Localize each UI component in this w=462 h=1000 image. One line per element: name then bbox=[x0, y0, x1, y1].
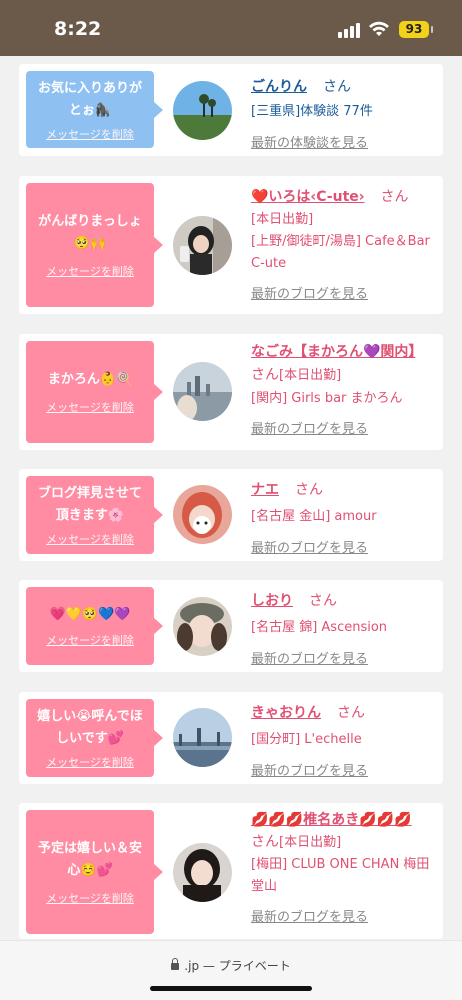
user-info: なごみ【まかろん💜関内】 さん[本日出勤] [関内] Girls bar まかろ… bbox=[251, 340, 437, 437]
avatar[interactable] bbox=[173, 81, 232, 140]
detail-text: [三重県]体験談 77件 bbox=[251, 104, 373, 119]
delete-message-link[interactable]: メッセージを削除 bbox=[46, 890, 134, 906]
latest-blog-link[interactable]: 最新のブログを見る bbox=[251, 906, 437, 925]
delete-message-link[interactable]: メッセージを削除 bbox=[46, 126, 134, 142]
message-bubble: まかろん👶🍭 メッセージを削除 bbox=[26, 341, 163, 443]
home-indicator[interactable] bbox=[150, 986, 312, 991]
detail-text: [本日出勤] bbox=[279, 835, 342, 850]
delete-message-link[interactable]: メッセージを削除 bbox=[46, 399, 134, 415]
latest-blog-link[interactable]: 最新のブログを見る bbox=[251, 537, 437, 556]
user-info: ❤️いろは‹C-ute› さん [本日出勤] [上野/御徒町/湯島] Cafe＆… bbox=[251, 182, 437, 302]
message-bubble: ブログ拝見させて頂きます🌸 メッセージを削除 bbox=[26, 476, 163, 554]
detail-text: [梅田] CLUB ONE CHAN 梅田堂山 bbox=[251, 857, 430, 894]
latest-blog-link[interactable]: 最新のブログを見る bbox=[251, 283, 437, 302]
status-bar: 8:22 93 bbox=[0, 0, 462, 56]
message-bubble: お気に入りありがとぉ🦍 メッセージを削除 bbox=[26, 71, 163, 148]
message-bubble: がんばりまっしょ🥺🙌 メッセージを削除 bbox=[26, 183, 163, 307]
detail-text: [上野/御徒町/湯島] Cafe＆Bar C-ute bbox=[251, 234, 430, 271]
user-name-link[interactable]: ナエ bbox=[251, 482, 279, 498]
url-text-row: .jp — プライベート bbox=[0, 957, 462, 974]
message-text: お気に入りありがとぉ🦍 bbox=[37, 80, 142, 118]
honorific: さん bbox=[337, 705, 366, 721]
honorific: さん bbox=[251, 367, 279, 383]
message-text: ブログ拝見させて頂きます🌸 bbox=[37, 486, 142, 523]
user-info: 💋💋💋椎名あき💋💋💋 さん[本日出勤] [梅田] CLUB ONE CHAN 梅… bbox=[251, 809, 437, 925]
user-info: ナエ さん [名古屋 金山] amour 最新のブログを見る bbox=[251, 475, 437, 556]
message-text: 💗💛🥺💙💜 bbox=[49, 607, 131, 622]
user-name-link[interactable]: ごんりん bbox=[251, 79, 307, 95]
cellular-signal-icon bbox=[338, 22, 362, 38]
user-name-link[interactable]: なごみ【まかろん💜関内】 bbox=[251, 344, 415, 360]
detail-text: [関内] Girls bar まかろん bbox=[251, 391, 403, 406]
avatar[interactable] bbox=[173, 362, 232, 421]
detail-text: [本日出勤] bbox=[279, 368, 342, 383]
latest-blog-link[interactable]: 最新のブログを見る bbox=[251, 760, 437, 779]
delete-message-link[interactable]: メッセージを削除 bbox=[46, 263, 134, 279]
message-text: 予定は嬉しい＆安心☺️💕 bbox=[37, 841, 142, 878]
browser-url-bar[interactable]: .jp — プライベート bbox=[0, 940, 462, 1000]
message-text: まかろん👶🍭 bbox=[47, 372, 133, 387]
battery-icon: 93 bbox=[399, 21, 433, 38]
avatar[interactable] bbox=[173, 597, 232, 656]
detail-text: [名古屋 金山] amour bbox=[251, 509, 377, 524]
message-text: がんばりまっしょ🥺🙌 bbox=[38, 214, 142, 251]
list-item: まかろん👶🍭 メッセージを削除 なごみ【まかろん💜関内】 さん[本日出勤] [関… bbox=[19, 334, 443, 450]
status-time: 8:22 bbox=[54, 18, 102, 40]
detail-text: [名古屋 錦] Ascension bbox=[251, 620, 388, 635]
latest-blog-link[interactable]: 最新のブログを見る bbox=[251, 418, 437, 437]
list-item: ブログ拝見させて頂きます🌸 メッセージを削除 ナエ さん [名古屋 金山] am… bbox=[19, 469, 443, 561]
latest-blog-link[interactable]: 最新のブログを見る bbox=[251, 648, 437, 667]
user-name-link[interactable]: 💋💋💋椎名あき💋💋💋 bbox=[251, 809, 437, 831]
honorific: さん bbox=[251, 834, 279, 850]
detail-text: [国分町] L'echelle bbox=[251, 732, 362, 747]
avatar[interactable] bbox=[173, 485, 232, 544]
delete-message-link[interactable]: メッセージを削除 bbox=[46, 531, 134, 547]
latest-reviews-link[interactable]: 最新の体験談を見る bbox=[251, 132, 437, 151]
detail-text: [本日出勤] bbox=[251, 212, 314, 227]
honorific: さん bbox=[295, 482, 324, 498]
user-name-link[interactable]: ❤️いろは‹C-ute› bbox=[251, 189, 365, 205]
list-item: 嬉しい😭呼んでほしいです💕 メッセージを削除 きゃおりん さん [国分町] L'… bbox=[19, 692, 443, 784]
honorific: さん bbox=[309, 593, 338, 609]
url-text: .jp — プライベート bbox=[184, 959, 291, 973]
message-bubble: 嬉しい😭呼んでほしいです💕 メッセージを削除 bbox=[26, 699, 163, 777]
message-bubble: 予定は嬉しい＆安心☺️💕 メッセージを削除 bbox=[26, 810, 163, 934]
user-info: ごんりん さん [三重県]体験談 77件 最新の体験談を見る bbox=[251, 72, 437, 151]
wifi-icon bbox=[369, 21, 389, 36]
list-item: 予定は嬉しい＆安心☺️💕 メッセージを削除 💋💋💋椎名あき💋💋💋 さん[本日出勤… bbox=[19, 803, 443, 939]
user-name-link[interactable]: しおり bbox=[251, 593, 293, 609]
avatar[interactable] bbox=[173, 843, 232, 902]
lock-icon bbox=[171, 958, 180, 970]
delete-message-link[interactable]: メッセージを削除 bbox=[46, 754, 134, 770]
user-info: しおり さん [名古屋 錦] Ascension 最新のブログを見る bbox=[251, 586, 437, 667]
list-item: お気に入りありがとぉ🦍 メッセージを削除 ごんりん さん [三重県]体験談 77… bbox=[19, 64, 443, 156]
favorites-list: お気に入りありがとぉ🦍 メッセージを削除 ごんりん さん [三重県]体験談 77… bbox=[0, 56, 462, 940]
user-name-link[interactable]: きゃおりん bbox=[251, 705, 321, 721]
delete-message-link[interactable]: メッセージを削除 bbox=[46, 632, 134, 648]
avatar[interactable] bbox=[173, 708, 232, 767]
avatar[interactable] bbox=[173, 216, 232, 275]
list-item: 💗💛🥺💙💜 メッセージを削除 しおり さん [名古屋 錦] Ascension … bbox=[19, 580, 443, 672]
honorific: さん bbox=[323, 79, 352, 95]
message-bubble: 💗💛🥺💙💜 メッセージを削除 bbox=[26, 587, 163, 665]
list-item: がんばりまっしょ🥺🙌 メッセージを削除 ❤️いろは‹C-ute› さん [本日出… bbox=[19, 176, 443, 314]
honorific: さん bbox=[380, 189, 409, 205]
message-text: 嬉しい😭呼んでほしいです💕 bbox=[37, 709, 143, 746]
user-info: きゃおりん さん [国分町] L'echelle 最新のブログを見る bbox=[251, 698, 437, 779]
